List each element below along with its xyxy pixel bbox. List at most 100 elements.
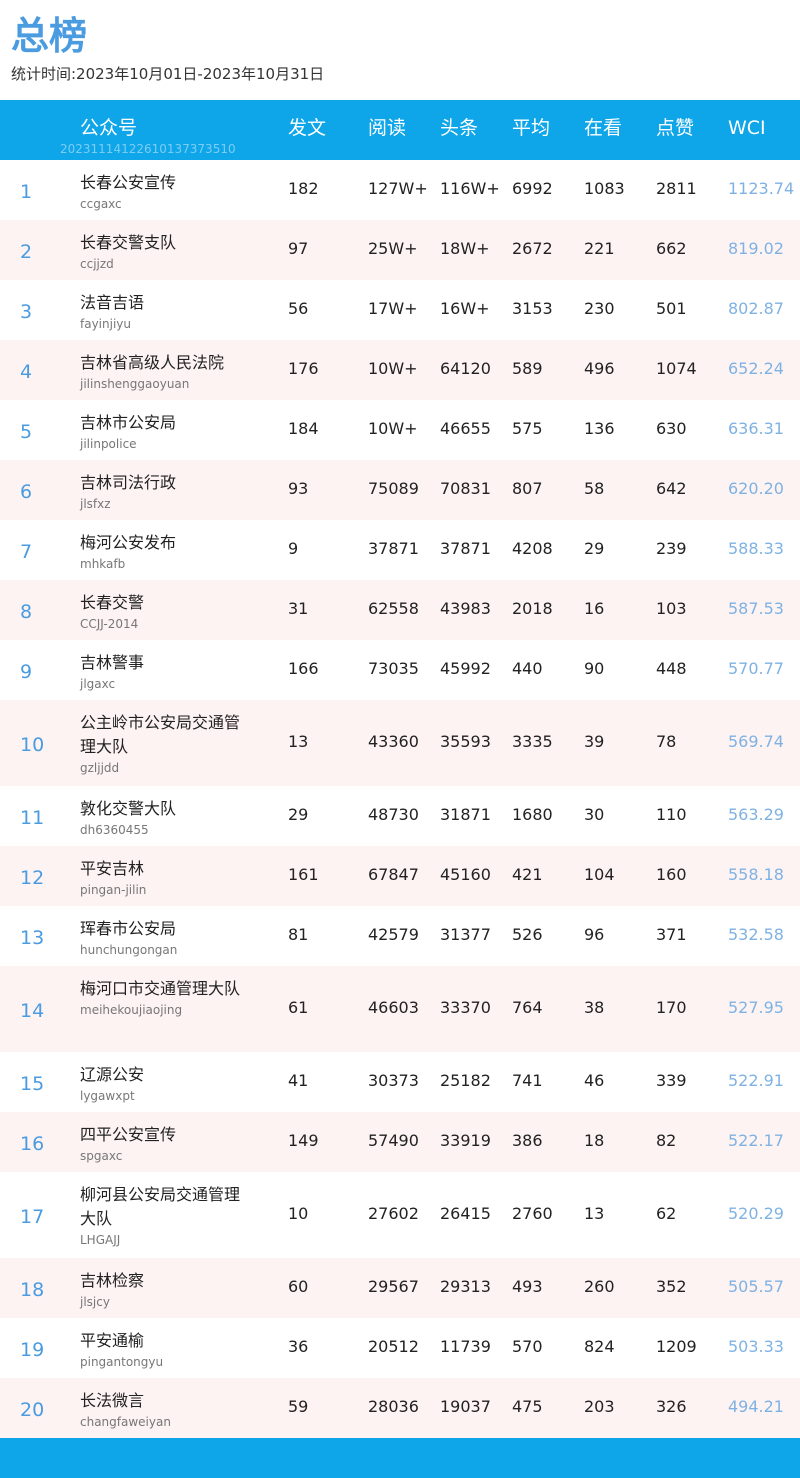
cell-likes: 170: [656, 998, 687, 1017]
cell-reads: 67847: [368, 865, 419, 884]
table-row[interactable]: 15 辽源公安 lygawxpt 41 30373 25182 741 46 339 522.91: [0, 1052, 800, 1112]
table-row[interactable]: 13 珲春市公安局 hunchungongan 81 42579 31377 526 96 37…: [0, 906, 800, 966]
table-row[interactable]: 17 柳河县公安局交通管理大队 LHGAJJ 10 27602 26415 2760 13 62…: [0, 1172, 800, 1258]
account-cell[interactable]: 吉林司法行政 jlsfxz: [80, 471, 245, 512]
cell-wci: 494.21: [728, 1397, 784, 1416]
account-id: changfaweiyan: [80, 1415, 171, 1429]
account-cell[interactable]: 梅河口市交通管理大队 meihekoujiaojing: [80, 977, 245, 1018]
table-row[interactable]: 18 吉林检察 jlsjcy 60 29567 29313 493 260 352 505.57: [0, 1258, 800, 1318]
account-cell[interactable]: 梅河公安发布 mhkafb: [80, 531, 245, 572]
cell-wci: 522.91: [728, 1071, 784, 1090]
cell-likes: 82: [656, 1131, 677, 1150]
account-name[interactable]: 吉林司法行政: [80, 471, 245, 495]
cell-reads: 127W+: [368, 179, 428, 198]
column-header-reads[interactable]: 阅读: [368, 115, 406, 141]
account-cell[interactable]: 长春交警 CCJJ-2014: [80, 591, 245, 632]
account-cell[interactable]: 四平公安宣传 spgaxc: [80, 1123, 245, 1164]
cell-watching: 1083: [584, 179, 625, 198]
account-cell[interactable]: 吉林省高级人民法院 jilinshenggaoyuan: [80, 351, 245, 392]
table-row[interactable]: 9 吉林警事 jlgaxc 166 73035 45992 440 90 448 570.77: [0, 640, 800, 700]
table-row[interactable]: 1 长春公安宣传 ccgaxc 182 127W+ 116W+ 6992 1083 2811 11…: [0, 160, 800, 220]
table-row[interactable]: 7 梅河公安发布 mhkafb 9 37871 37871 4208 29 239 588.33: [0, 520, 800, 580]
account-cell[interactable]: 长春交警支队 ccjjzd: [80, 231, 245, 272]
table-row[interactable]: 20 长法微言 changfaweiyan 59 28036 19037 475 203 326…: [0, 1378, 800, 1438]
cell-reads: 10W+: [368, 359, 418, 378]
table-row[interactable]: 14 梅河口市交通管理大队 meihekoujiaojing 61 46603 33370…: [0, 966, 800, 1052]
account-name[interactable]: 吉林警事: [80, 651, 245, 675]
cell-headline: 45992: [440, 659, 491, 678]
column-header-average[interactable]: 平均: [512, 115, 550, 141]
account-name[interactable]: 长春公安宣传: [80, 171, 245, 195]
account-cell[interactable]: 公主岭市公安局交通管理大队 gzljjdd: [80, 711, 245, 776]
cell-posts: 41: [288, 1071, 309, 1090]
account-name[interactable]: 法音吉语: [80, 291, 245, 315]
cell-likes: 501: [656, 299, 687, 318]
cell-headline: 37871: [440, 539, 491, 558]
account-id: jlsjcy: [80, 1295, 110, 1309]
account-cell[interactable]: 柳河县公安局交通管理大队 LHGAJJ: [80, 1183, 245, 1248]
account-cell[interactable]: 吉林检察 jlsjcy: [80, 1269, 245, 1310]
account-cell[interactable]: 珲春市公安局 hunchungongan: [80, 917, 245, 958]
account-name[interactable]: 公主岭市公安局交通管理大队: [80, 711, 245, 759]
account-name[interactable]: 长春交警支队: [80, 231, 245, 255]
cell-headline: 70831: [440, 479, 491, 498]
account-name[interactable]: 长春交警: [80, 591, 245, 615]
column-header-headline[interactable]: 头条: [440, 115, 478, 141]
account-id: ccjjzd: [80, 257, 114, 271]
account-cell[interactable]: 吉林警事 jlgaxc: [80, 651, 245, 692]
ranking-table: 1 长春公安宣传 ccgaxc 182 127W+ 116W+ 6992 1083 2811 11…: [0, 160, 800, 1438]
cell-watching: 104: [584, 865, 615, 884]
cell-posts: 182: [288, 179, 319, 198]
account-cell[interactable]: 敦化交警大队 dh6360455: [80, 797, 245, 838]
account-name[interactable]: 平安吉林: [80, 857, 245, 881]
table-row[interactable]: 11 敦化交警大队 dh6360455 29 48730 31871 1680 30 110 56…: [0, 786, 800, 846]
table-row[interactable]: 12 平安吉林 pingan-jilin 161 67847 45160 421 104 160…: [0, 846, 800, 906]
account-cell[interactable]: 长法微言 changfaweiyan: [80, 1389, 245, 1430]
account-cell[interactable]: 辽源公安 lygawxpt: [80, 1063, 245, 1104]
cell-likes: 339: [656, 1071, 687, 1090]
account-name[interactable]: 柳河县公安局交通管理大队: [80, 1183, 245, 1231]
column-header-watching[interactable]: 在看: [584, 115, 622, 141]
table-row[interactable]: 6 吉林司法行政 jlsfxz 93 75089 70831 807 58 642 620.20: [0, 460, 800, 520]
account-cell[interactable]: 法音吉语 fayinjiyu: [80, 291, 245, 332]
account-cell[interactable]: 吉林市公安局 jilinpolice: [80, 411, 245, 452]
column-header-posts[interactable]: 发文: [288, 115, 326, 141]
cell-headline: 45160: [440, 865, 491, 884]
table-row[interactable]: 10 公主岭市公安局交通管理大队 gzljjdd 13 43360 35593 3335 39…: [0, 700, 800, 786]
cell-watching: 13: [584, 1204, 605, 1223]
account-name[interactable]: 吉林检察: [80, 1269, 245, 1293]
table-row[interactable]: 19 平安通榆 pingantongyu 36 20512 11739 570 824 1209…: [0, 1318, 800, 1378]
column-header-likes[interactable]: 点赞: [656, 115, 694, 141]
table-row[interactable]: 5 吉林市公安局 jilinpolice 184 10W+ 46655 575 136 630 6…: [0, 400, 800, 460]
table-row[interactable]: 3 法音吉语 fayinjiyu 56 17W+ 16W+ 3153 230 501 802.87: [0, 280, 800, 340]
account-name[interactable]: 梅河口市交通管理大队: [80, 977, 245, 1001]
table-row[interactable]: 4 吉林省高级人民法院 jilinshenggaoyuan 176 10W+ 64120 5…: [0, 340, 800, 400]
account-cell[interactable]: 平安吉林 pingan-jilin: [80, 857, 245, 898]
account-name[interactable]: 吉林市公安局: [80, 411, 245, 435]
cell-likes: 448: [656, 659, 687, 678]
cell-watching: 96: [584, 925, 605, 944]
account-name[interactable]: 长法微言: [80, 1389, 245, 1413]
column-header-account[interactable]: 公众号: [80, 115, 137, 141]
cell-wci: 532.58: [728, 925, 784, 944]
rank-number: 1: [20, 181, 33, 203]
cell-wci: 527.95: [728, 998, 784, 1017]
table-row[interactable]: 2 长春交警支队 ccjjzd 97 25W+ 18W+ 2672 221 662 819.02: [0, 220, 800, 280]
account-name[interactable]: 平安通榆: [80, 1329, 245, 1353]
cell-likes: 103: [656, 599, 687, 618]
account-name[interactable]: 四平公安宣传: [80, 1123, 245, 1147]
account-name[interactable]: 吉林省高级人民法院: [80, 351, 245, 375]
account-name[interactable]: 珲春市公安局: [80, 917, 245, 941]
account-name[interactable]: 敦化交警大队: [80, 797, 245, 821]
cell-wci: 569.74: [728, 732, 784, 751]
account-cell[interactable]: 平安通榆 pingantongyu: [80, 1329, 245, 1370]
table-row[interactable]: 16 四平公安宣传 spgaxc 149 57490 33919 386 18 82 522.17: [0, 1112, 800, 1172]
cell-watching: 39: [584, 732, 605, 751]
account-name[interactable]: 梅河公安发布: [80, 531, 245, 555]
cell-posts: 56: [288, 299, 309, 318]
cell-likes: 78: [656, 732, 677, 751]
account-name[interactable]: 辽源公安: [80, 1063, 245, 1087]
account-cell[interactable]: 长春公安宣传 ccgaxc: [80, 171, 245, 212]
column-header-wci[interactable]: WCI: [728, 115, 766, 141]
table-row[interactable]: 8 长春交警 CCJJ-2014 31 62558 43983 2018 16 103 587.5…: [0, 580, 800, 640]
